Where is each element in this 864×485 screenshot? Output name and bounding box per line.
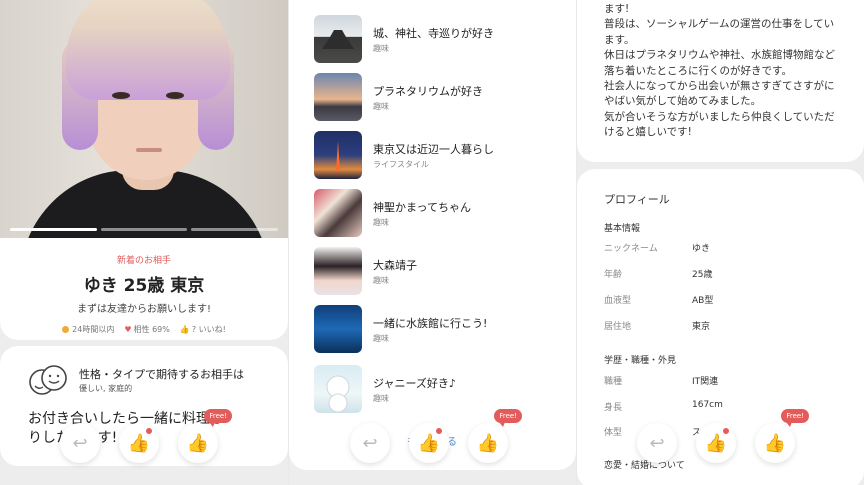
- super-like-button[interactable]: 👍: [119, 423, 159, 463]
- list-item-title: 大森靖子: [373, 259, 417, 272]
- list-item-category: 趣味: [373, 44, 389, 53]
- undo-arrow-icon: ↩: [649, 432, 665, 454]
- list-item-title: 城、神社、寺巡りが好き: [373, 27, 494, 40]
- bio-card: ます! 普段は、ソーシャルゲームの運営の仕事をしています。 休日はプラネタリウム…: [577, 0, 864, 162]
- action-bar: ↩ 👍 👍 Free!: [60, 409, 232, 463]
- tokyo-tower-thumbnail: [314, 131, 362, 179]
- list-item-title: 一緒に水族館に行こう!: [373, 317, 488, 330]
- profile-row: 年齢 25歳: [604, 270, 713, 280]
- profile-row: 血液型 AB型: [604, 296, 714, 306]
- list-item-category: 趣味: [373, 102, 389, 111]
- action-bar: ↩ 👍 👍 Free!: [637, 409, 809, 463]
- profile-row: 職種 IT関連: [604, 377, 719, 387]
- interest-list: 城、神社、寺巡りが好き 趣味 プラネタリウムが好き 趣味 東京又は近辺一人暮らし…: [289, 0, 576, 470]
- tagline: まずは友達からお願いします!: [76, 304, 211, 315]
- intro-card: 新着のお相手 ゆき 25歳 東京 まずは友達からお願いします! 24時間以内 ♥…: [0, 238, 288, 340]
- list-item-category: ライフスタイル: [373, 160, 429, 169]
- list-item[interactable]: プラネタリウムが好き 趣味: [314, 73, 554, 123]
- list-item-category: 趣味: [373, 218, 389, 227]
- profile-photo[interactable]: [0, 0, 288, 238]
- singer-thumbnail: [314, 247, 362, 295]
- undo-arrow-icon: ↩: [72, 432, 88, 454]
- sunset-thumbnail: [314, 73, 362, 121]
- free-badge: Free!: [204, 409, 232, 427]
- self-introduction: ます! 普段は、ソーシャルゲームの運営の仕事をしています。 休日はプラネタリウム…: [604, 3, 835, 139]
- action-bar: ↩ 👍 👍 Free!: [350, 409, 522, 463]
- profile-row: ニックネーム ゆき: [604, 244, 711, 254]
- basic-info-header: 基本情報: [604, 224, 641, 234]
- list-item[interactable]: 神聖かまってちゃん 趣味: [314, 189, 554, 239]
- list-item[interactable]: 一緒に水族館に行こう! 趣味: [314, 305, 554, 355]
- like-button[interactable]: 👍 Free!: [755, 409, 809, 463]
- meta-row: 24時間以内 ♥ 相性 69% 👍? いいね!: [0, 324, 288, 335]
- online-dot-icon: [62, 326, 70, 333]
- list-item[interactable]: ジャニーズ好き♪ 趣味: [314, 365, 554, 415]
- thumbs-up-icon: 👍: [763, 432, 787, 454]
- photo-progress-indicator: [10, 228, 279, 231]
- thumbs-up-icon: 👍: [476, 432, 500, 454]
- like-button[interactable]: 👍 Free!: [468, 409, 522, 463]
- last-login: 24時間以内: [62, 324, 114, 335]
- thumbs-up-icon: 👍: [179, 325, 190, 334]
- thumbs-up-icon: 👍: [186, 432, 210, 454]
- mascot-thumbnail: [314, 365, 362, 413]
- castle-thumbnail: [314, 15, 362, 63]
- compatibility: ♥ 相性 69%: [124, 325, 170, 334]
- list-item-category: 趣味: [373, 276, 389, 285]
- back-button[interactable]: ↩: [60, 423, 100, 463]
- list-item-title: ジャニーズ好き♪: [373, 377, 456, 390]
- list-item-title: 東京又は近辺一人暮らし: [373, 143, 494, 156]
- personality-values: 優しい, 家庭的: [79, 384, 133, 393]
- heart-icon: ♥: [124, 325, 132, 334]
- free-badge: Free!: [781, 409, 809, 427]
- undo-arrow-icon: ↩: [362, 432, 378, 454]
- profile-row: 居住地 東京: [604, 322, 711, 332]
- thumbs-up-icon: 👍: [127, 432, 151, 454]
- career-header: 学歴・職種・外見: [604, 356, 677, 366]
- smiley-faces-icon: [29, 365, 67, 395]
- back-button[interactable]: ↩: [350, 423, 390, 463]
- band-thumbnail: [314, 189, 362, 237]
- free-badge: Free!: [494, 409, 522, 427]
- list-item[interactable]: 城、神社、寺巡りが好き 趣味: [314, 15, 554, 65]
- list-item[interactable]: 大森靖子 趣味: [314, 247, 554, 297]
- super-like-button[interactable]: 👍: [409, 423, 449, 463]
- list-item[interactable]: 東京又は近辺一人暮らし ライフスタイル: [314, 131, 554, 181]
- super-like-button[interactable]: 👍: [696, 423, 736, 463]
- list-item-category: 趣味: [373, 334, 389, 343]
- interests-panel: 城、神社、寺巡りが好き 趣味 プラネタリウムが好き 趣味 東京又は近辺一人暮らし…: [289, 0, 576, 485]
- thumbs-up-icon: 👍: [704, 432, 728, 454]
- like-count: 👍? いいね!: [179, 325, 226, 334]
- profile-title: プロフィール: [604, 193, 670, 206]
- back-button[interactable]: ↩: [637, 423, 677, 463]
- list-item-title: プラネタリウムが好き: [373, 85, 483, 98]
- new-partner-badge: 新着のお相手: [116, 256, 171, 266]
- list-item-title: 神聖かまってちゃん: [373, 201, 472, 214]
- thumbs-up-icon: 👍: [417, 432, 441, 454]
- personality-title: 性格・タイプで期待するお相手は: [79, 368, 244, 381]
- list-item-category: 趣味: [373, 394, 389, 403]
- name-age-location: ゆき 25歳 東京: [83, 276, 205, 296]
- profile-details-panel: ます! 普段は、ソーシャルゲームの運営の仕事をしています。 休日はプラネタリウム…: [577, 0, 864, 485]
- profile-top-panel: 新着のお相手 ゆき 25歳 東京 まずは友達からお願いします! 24時間以内 ♥…: [0, 0, 288, 485]
- aquarium-thumbnail: [314, 305, 362, 353]
- like-button[interactable]: 👍 Free!: [178, 409, 232, 463]
